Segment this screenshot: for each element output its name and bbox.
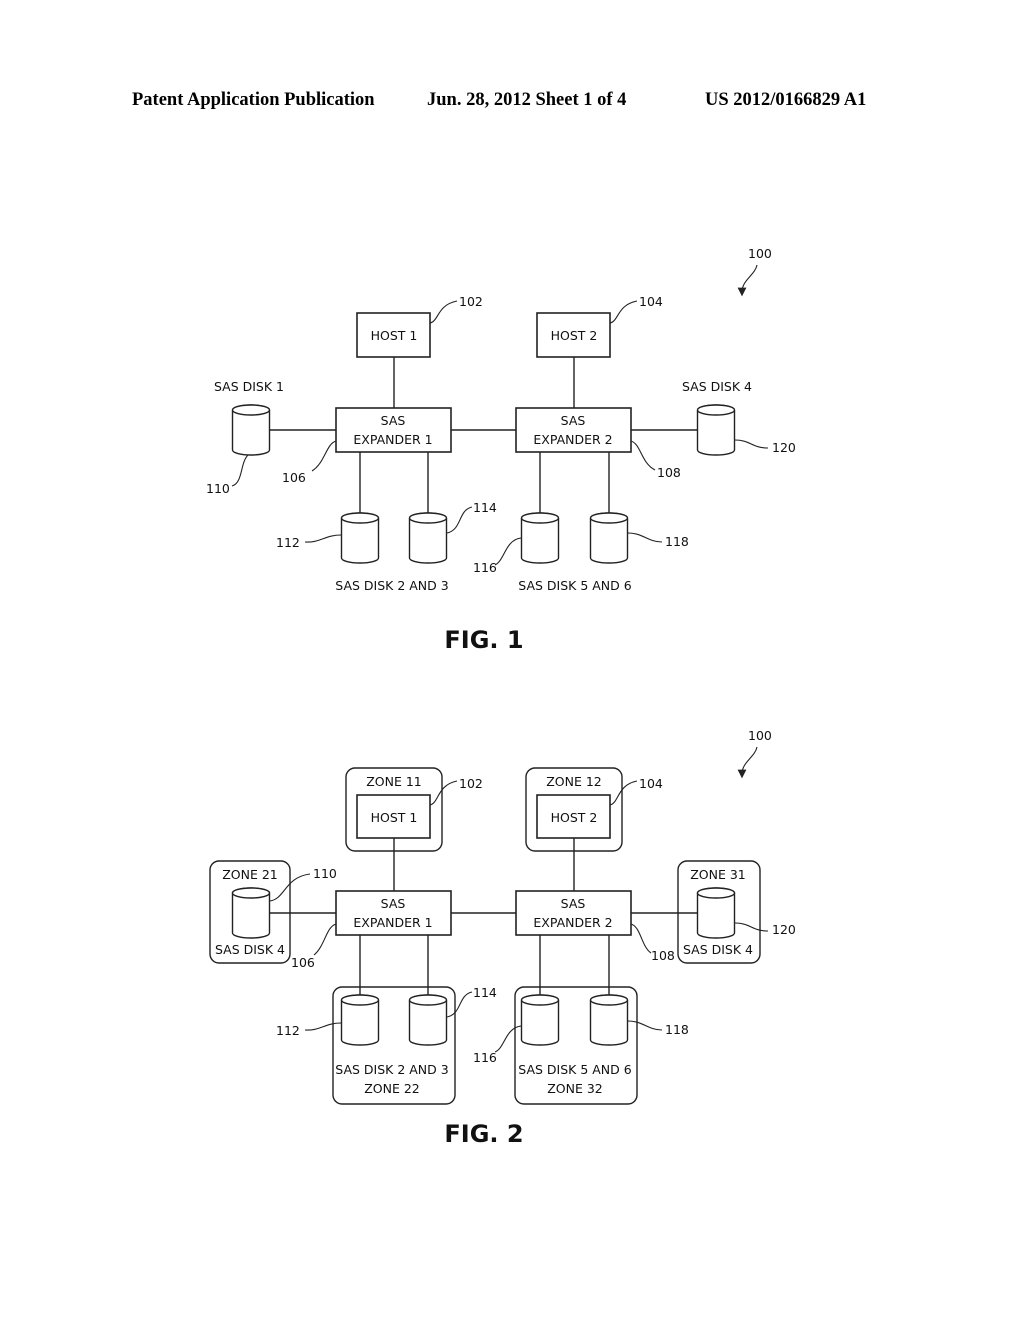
disk-cylinder <box>231 887 271 939</box>
disk-label: SAS DISK 1 <box>214 379 284 394</box>
disk-cylinder <box>340 512 380 564</box>
zone-label: ZONE 11 <box>366 774 422 789</box>
leader-line <box>630 440 656 471</box>
disk-reference-number: 114 <box>473 500 497 515</box>
zone-label: ZONE 31 <box>690 867 746 882</box>
disk-cylinder <box>408 994 448 1046</box>
disk-cylinder <box>408 512 448 564</box>
disk-top <box>589 994 629 1006</box>
patent-drawing: 100 HOST 1 102 HOST 2 104 SAS EXPANDER 1 SAS EXP… <box>206 246 796 1148</box>
disk-top <box>231 404 271 416</box>
disk-top <box>340 994 380 1006</box>
disk-group-label: SAS DISK 2 AND 3 <box>335 1062 448 1077</box>
leader-line <box>446 991 473 1018</box>
disk-group-label: SAS DISK 5 AND 6 <box>518 1062 631 1077</box>
host-reference-number: 104 <box>639 294 663 309</box>
leader-line <box>609 300 638 324</box>
host-label: HOST 1 <box>371 328 418 343</box>
leader-line <box>609 780 638 806</box>
expander-label-line1: SAS <box>381 896 406 911</box>
expander-label-line2: EXPANDER 2 <box>533 915 612 930</box>
disk-reference-number: 110 <box>206 481 230 496</box>
leader-line <box>304 534 342 543</box>
disk-reference-number: 120 <box>772 440 796 455</box>
figure-caption: FIG. 2 <box>444 1120 523 1148</box>
host-label: HOST 1 <box>371 810 418 825</box>
disk-reference-number: 118 <box>665 534 689 549</box>
host-reference-number: 102 <box>459 294 483 309</box>
figure-caption: FIG. 1 <box>444 626 523 654</box>
disk-reference-number: 116 <box>473 560 497 575</box>
figure-1: 100 HOST 1 102 HOST 2 104 SAS EXPANDER 1 SAS EXP… <box>206 246 796 654</box>
disk-cylinder <box>520 994 560 1046</box>
disk-cylinder <box>589 512 629 564</box>
disk-cylinder <box>696 887 736 939</box>
disk-reference-number: 116 <box>473 1050 497 1065</box>
disk-top <box>408 512 448 524</box>
disk-label: SAS DISK 4 <box>682 379 752 394</box>
disk-top <box>408 994 448 1006</box>
system-arrow <box>737 264 758 297</box>
disk-top <box>520 994 560 1006</box>
expander-label-line1: SAS <box>561 896 586 911</box>
leader-line <box>446 506 473 534</box>
disk-reference-number: 110 <box>313 866 337 881</box>
disk-top <box>520 512 560 524</box>
host-label: HOST 2 <box>551 328 598 343</box>
leader-line <box>734 439 769 449</box>
leader-line <box>627 532 663 543</box>
system-reference-number: 100 <box>748 246 772 261</box>
system-reference-number: 100 <box>748 728 772 743</box>
leader-line <box>630 923 652 954</box>
zone-label: ZONE 12 <box>546 774 602 789</box>
zone-label: ZONE 32 <box>547 1081 603 1096</box>
disk-reference-number: 112 <box>276 1023 300 1038</box>
disk-cylinder <box>520 512 560 564</box>
expander-reference-number: 108 <box>657 465 681 480</box>
zone-label: ZONE 22 <box>364 1081 420 1096</box>
disk-cylinder <box>340 994 380 1046</box>
disk-top <box>696 887 736 899</box>
figure-2: 100 ZONE 11 HOST 1 102 ZONE 12 HOST 2 104 SAS EX… <box>209 728 796 1148</box>
leader-line <box>313 923 337 956</box>
system-arrow <box>737 746 758 779</box>
leader-line <box>627 1020 663 1031</box>
host-reference-number: 104 <box>639 776 663 791</box>
disk-reference-number: 118 <box>665 1022 689 1037</box>
disk-top <box>340 512 380 524</box>
disk-reference-number: 114 <box>473 985 497 1000</box>
disk-cylinder <box>231 404 271 456</box>
disk-top <box>231 887 271 899</box>
disk-label: SAS DISK 4 <box>215 942 285 957</box>
disk-reference-number: 112 <box>276 535 300 550</box>
expander-label-line2: EXPANDER 1 <box>353 915 432 930</box>
leader-line <box>429 780 458 806</box>
disk-top <box>589 512 629 524</box>
leader-line <box>231 454 249 487</box>
expander-reference-number: 106 <box>291 955 315 970</box>
host-label: HOST 2 <box>551 810 598 825</box>
leader-line <box>494 537 522 566</box>
disk-group-label: SAS DISK 2 AND 3 <box>335 578 448 593</box>
expander-label-line1: SAS <box>561 413 586 428</box>
expander-label-line1: SAS <box>381 413 406 428</box>
leader-line <box>734 922 769 932</box>
disk-label: SAS DISK 4 <box>683 942 753 957</box>
expander-label-line2: EXPANDER 2 <box>533 432 612 447</box>
leader-line <box>304 1022 342 1031</box>
zone-label: ZONE 21 <box>222 867 278 882</box>
expander-label-line2: EXPANDER 1 <box>353 432 432 447</box>
disk-cylinder <box>696 404 736 456</box>
expander-reference-number: 106 <box>282 470 306 485</box>
leader-line <box>311 440 337 472</box>
disk-reference-number: 120 <box>772 922 796 937</box>
expander-reference-number: 108 <box>651 948 675 963</box>
disk-group-label: SAS DISK 5 AND 6 <box>518 578 631 593</box>
disk-cylinder <box>589 994 629 1046</box>
leader-line <box>494 1025 522 1053</box>
disk-top <box>696 404 736 416</box>
host-reference-number: 102 <box>459 776 483 791</box>
leader-line <box>429 300 458 324</box>
